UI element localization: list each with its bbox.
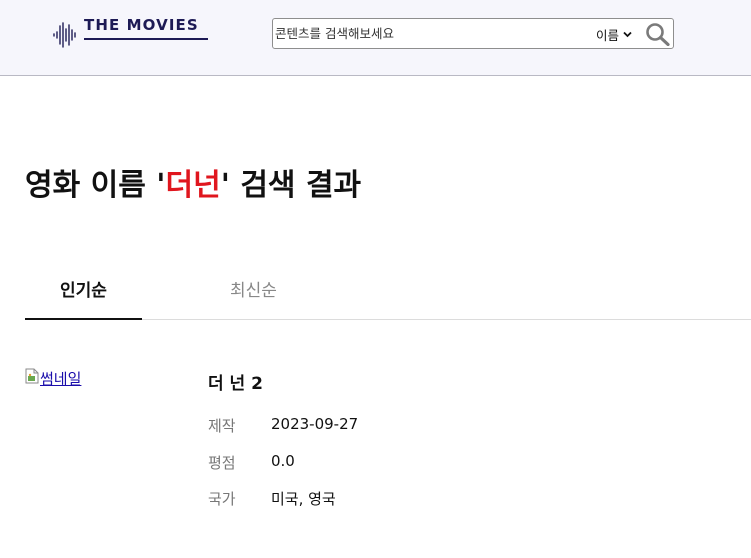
search-type-select[interactable]: 이름 xyxy=(596,26,632,43)
logo-text: THE MOVIES xyxy=(84,16,199,34)
thumbnail-link[interactable]: 썸네일 xyxy=(25,368,81,389)
soundwave-icon xyxy=(53,22,76,48)
search-button[interactable] xyxy=(645,22,671,47)
title-suffix: ' 검색 결과 xyxy=(220,168,362,203)
info-label: 제작 xyxy=(208,417,236,435)
logo-underline xyxy=(84,38,208,40)
info-value: 미국, 영국 xyxy=(271,490,336,508)
info-value: 2023-09-27 xyxy=(271,415,359,433)
info-label: 국가 xyxy=(208,490,236,508)
search-keyword: 더넌 xyxy=(165,168,221,203)
info-label: 평점 xyxy=(208,454,236,472)
list-item: 썸네일 더 넌 2 제작 2023-09-27 평점 0.0 국가 미국, 영국 xyxy=(25,366,725,526)
search-input[interactable] xyxy=(273,19,591,48)
page-title: 영화 이름 '더넌' 검색 결과 xyxy=(25,160,361,204)
tab-popular[interactable]: 인기순 xyxy=(25,276,142,320)
tab-latest[interactable]: 최신순 xyxy=(195,276,312,320)
title-prefix: 영화 이름 ' xyxy=(25,168,166,203)
search-icon xyxy=(646,23,670,47)
sort-tabs: 인기순 최신순 xyxy=(25,276,751,320)
site-logo[interactable]: THE MOVIES xyxy=(53,16,213,52)
search-bar: 이름 xyxy=(272,18,674,49)
site-header: THE MOVIES 이름 xyxy=(0,0,751,76)
info-value: 0.0 xyxy=(271,452,295,470)
movie-title[interactable]: 더 넌 2 xyxy=(208,369,263,394)
search-type-value: 이름 xyxy=(596,27,620,43)
chevron-down-icon xyxy=(623,31,632,37)
broken-image-icon xyxy=(25,368,39,384)
thumbnail-alt-text: 썸네일 xyxy=(40,370,82,388)
